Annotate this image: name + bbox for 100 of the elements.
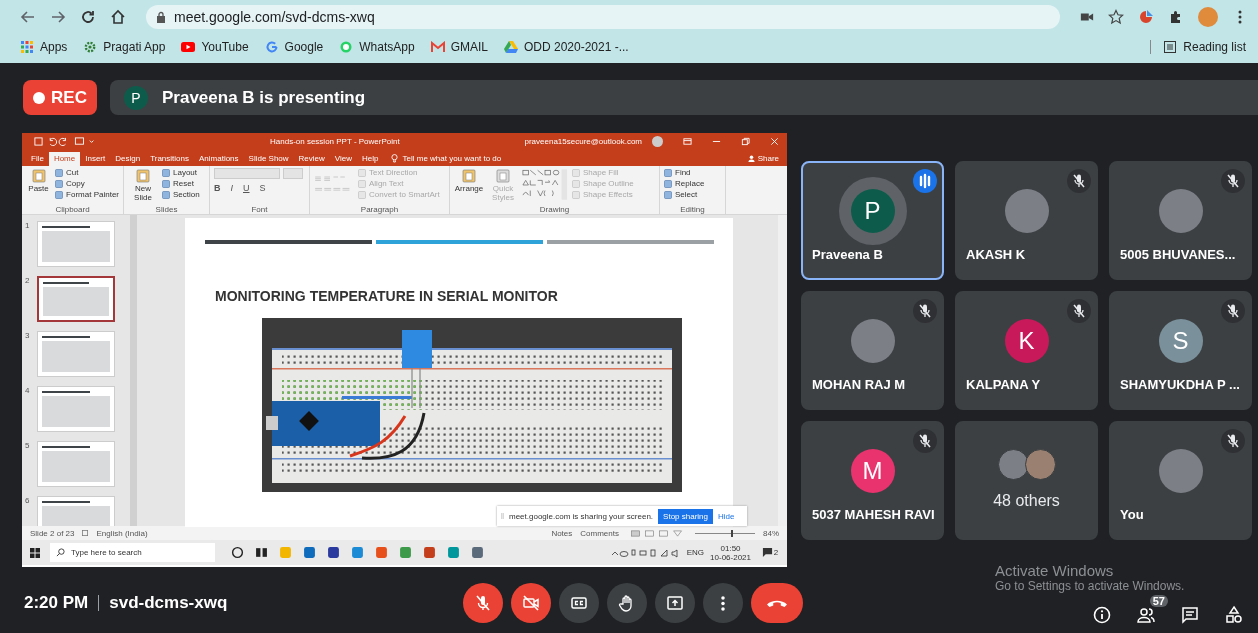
ribbon-command[interactable]: Replace [664, 179, 705, 189]
format-button[interactable]: S [259, 183, 266, 193]
ribbon-large-button[interactable]: New Slide [128, 168, 158, 205]
record-dot-icon [33, 91, 46, 104]
bookmark-link[interactable]: GMAIL [430, 39, 488, 54]
home-icon[interactable] [110, 8, 126, 25]
font-name-field[interactable] [214, 168, 280, 179]
bookmark-link[interactable]: YouTube [181, 39, 249, 54]
slide-thumbnail[interactable] [37, 276, 115, 322]
participant-tile[interactable]: M 5037 MAHESH RAVI [801, 421, 944, 540]
slide-counter: Slide 2 of 23 [30, 528, 75, 538]
presenting-text: Praveena B is presenting [162, 87, 366, 108]
participant-tile[interactable]: You [1109, 421, 1252, 540]
stop-sharing-button[interactable]: Stop sharing [658, 508, 713, 524]
ribbon-command[interactable]: Format Painter [55, 190, 119, 200]
clock-time[interactable]: 01:50 [720, 543, 741, 553]
participant-tile[interactable]: P Praveena B [801, 161, 944, 280]
group-label: Editing [679, 205, 706, 214]
font-size-field[interactable] [283, 168, 303, 179]
mic-button[interactable] [463, 583, 503, 623]
forward-icon[interactable] [50, 8, 66, 25]
ribbon-display-icon[interactable] [683, 137, 692, 146]
avatar: P [850, 189, 895, 233]
bookmark-link[interactable]: ODD 2020-2021 -... [503, 39, 629, 54]
ribbon-tab[interactable]: Home [48, 152, 81, 166]
slide-number: 4 [25, 386, 31, 397]
ribbon-tab[interactable]: Animations [194, 152, 244, 166]
scrollbar[interactable] [778, 215, 787, 526]
star-icon[interactable] [1108, 8, 1124, 25]
participant-name: SHAMYUKDHA P ... [1120, 377, 1240, 392]
ribbon-tab[interactable]: Slide Show [243, 152, 294, 166]
clock-date[interactable]: 10-06-2021 [710, 552, 751, 562]
ribbon-tab[interactable]: File [26, 152, 49, 166]
bookmark-link[interactable]: Apps [20, 39, 68, 54]
participant-tile[interactable]: S SHAMYUKDHA P ... [1109, 291, 1252, 410]
input-language[interactable]: ENG [686, 548, 705, 557]
language-label[interactable]: English (India) [96, 528, 148, 538]
format-button[interactable]: B [214, 183, 221, 193]
ribbon-command[interactable]: Reset [162, 179, 200, 189]
ribbon-large-button[interactable]: Paste [26, 168, 52, 205]
notes-button[interactable]: Notes [551, 528, 573, 538]
format-button[interactable]: U [243, 183, 250, 193]
address-bar[interactable]: meet.google.com/svd-dcms-xwq [146, 4, 1060, 29]
close-icon[interactable] [770, 137, 779, 146]
person-icon [747, 155, 755, 162]
participant-tile[interactable]: MOHAN RAJ M [801, 291, 944, 410]
camera-button[interactable] [511, 583, 551, 623]
format-button[interactable]: I [230, 183, 233, 193]
hangup-button[interactable] [751, 583, 803, 623]
ribbon-command[interactable]: Cut [55, 168, 119, 178]
meeting-code: svd-dcms-xwq [109, 593, 228, 613]
ribbon-tab[interactable]: Transitions [145, 152, 194, 166]
ribbon-command[interactable]: Layout [162, 168, 200, 178]
more-button[interactable] [703, 583, 743, 623]
bookmark-link[interactable]: Pragati App [83, 39, 166, 54]
share-button[interactable]: Share [747, 154, 779, 166]
comments-button[interactable]: Comments [580, 528, 619, 538]
ribbon-tab[interactable]: Help [357, 152, 384, 166]
zoom-level[interactable]: 84% [763, 528, 779, 538]
restore-icon[interactable] [741, 137, 750, 146]
system-tray-icons[interactable] [610, 547, 681, 558]
gear-icon [83, 40, 98, 53]
ribbon-large-button[interactable]: Arrange [454, 168, 484, 205]
participant-tile[interactable]: 5005 BHUVANES... [1109, 161, 1252, 280]
present-button[interactable] [655, 583, 695, 623]
participant-tile[interactable]: AKASH K [955, 161, 1098, 280]
ribbon-tab[interactable]: Design [110, 152, 146, 166]
captions-button[interactable] [559, 583, 599, 623]
taskbar-search-field[interactable]: Type here to search [50, 543, 215, 562]
muted-microphone-icon [913, 429, 937, 453]
drag-handle-icon[interactable] [501, 512, 504, 520]
circle-icon[interactable] [231, 546, 244, 559]
ribbon-tab[interactable]: Insert [80, 152, 111, 166]
reload-icon[interactable] [80, 8, 96, 25]
search-icon [56, 548, 65, 557]
extension-icon[interactable] [1138, 8, 1154, 25]
shapes-gallery[interactable] [522, 168, 568, 202]
app-tile-icon[interactable] [327, 546, 340, 559]
hide-link[interactable]: Hide [718, 511, 735, 521]
account-avatar[interactable] [652, 136, 663, 147]
bookmark-link[interactable]: Google [264, 39, 324, 54]
participant-tile[interactable]: K KALPANA Y [955, 291, 1098, 410]
reading-list-link[interactable]: Reading list [1150, 39, 1246, 54]
ribbon-command[interactable]: Section [162, 190, 200, 200]
ribbon-command[interactable]: Select [664, 190, 705, 200]
ribbon-command[interactable]: Copy [55, 179, 119, 189]
participant-tile[interactable]: 48 others [955, 421, 1098, 540]
scrollbar[interactable] [130, 215, 137, 526]
ribbon-tab[interactable]: View [329, 152, 358, 166]
task-view-icon[interactable] [255, 546, 268, 559]
window-title: Hands-on session PPT - PowerPoint [270, 137, 400, 146]
ribbon-tab[interactable]: Review [293, 152, 330, 166]
windows-start-icon[interactable] [30, 547, 40, 558]
back-icon[interactable] [20, 8, 36, 25]
bookmark-link[interactable]: WhatsApp [339, 39, 415, 54]
tell-me-search[interactable]: Tell me what you want to do [402, 154, 502, 166]
others-count: 48 others [993, 492, 1060, 510]
hand-button[interactable] [607, 583, 647, 623]
ribbon-command[interactable]: Find [664, 168, 705, 178]
notifications-button[interactable]: 2 [757, 543, 783, 562]
